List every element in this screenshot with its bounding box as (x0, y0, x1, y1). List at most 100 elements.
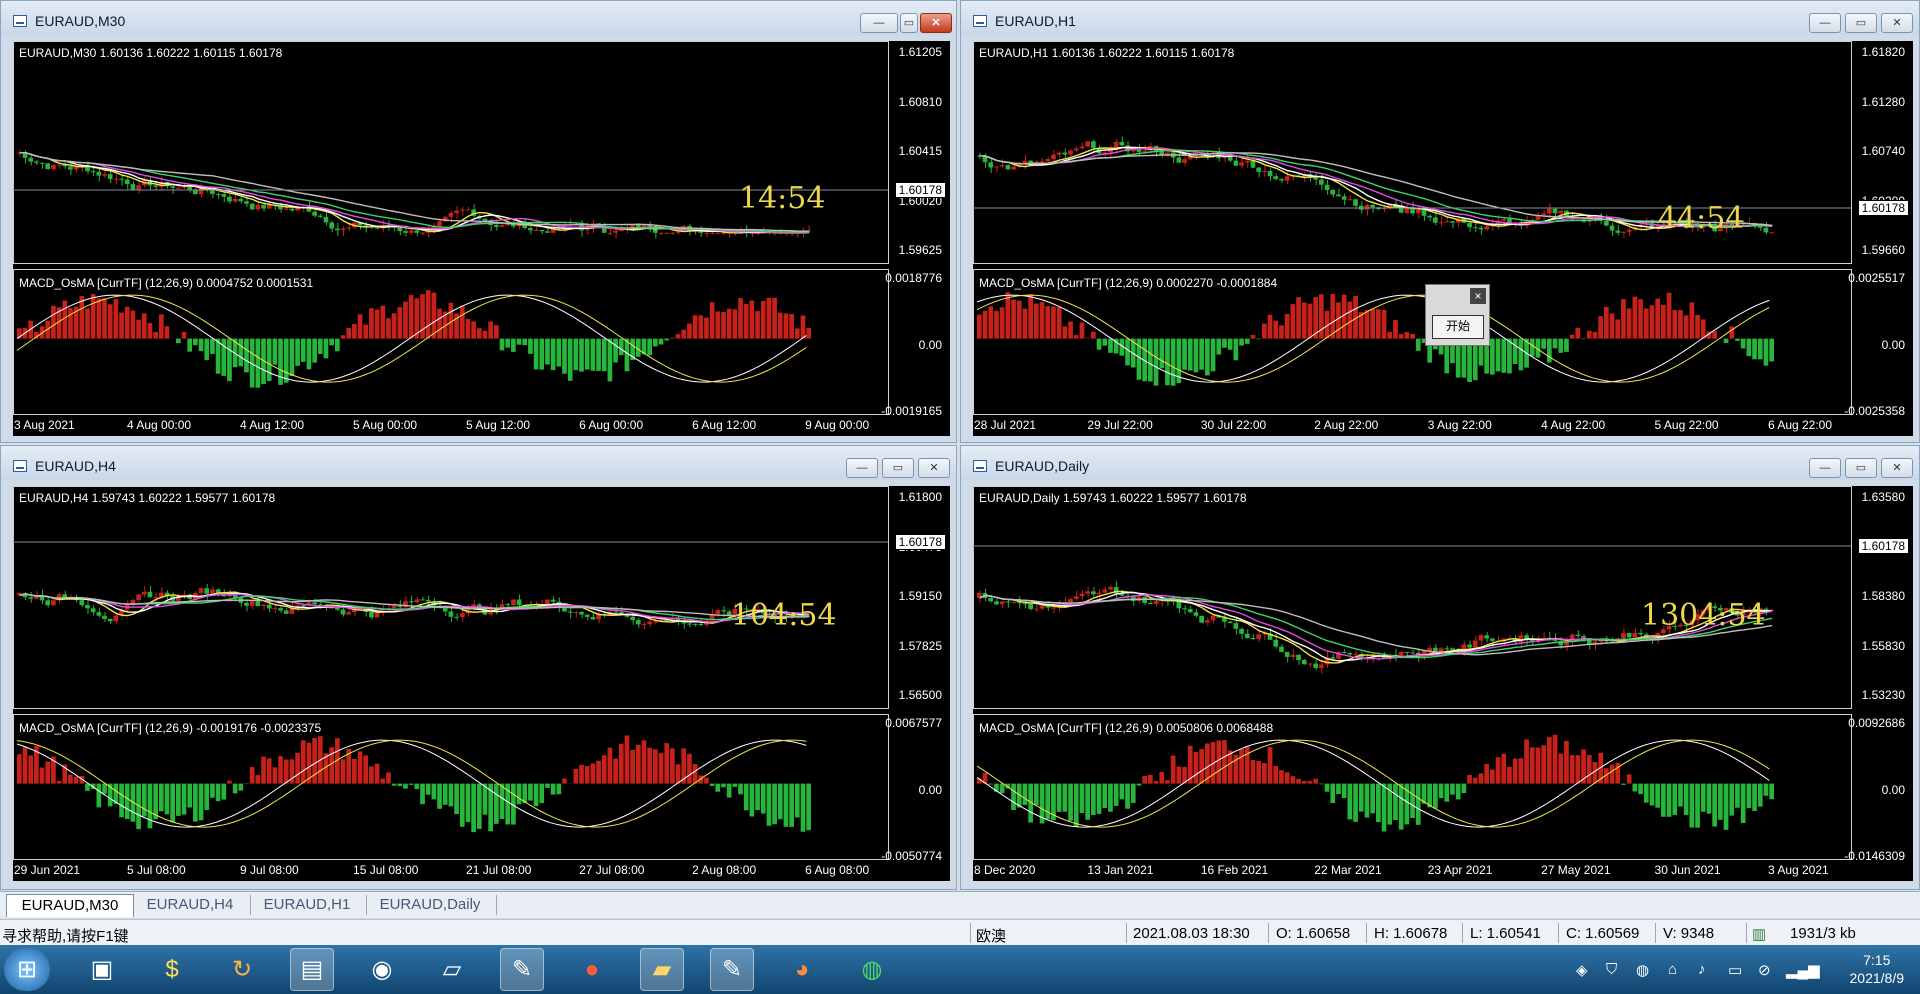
windows-start-icon[interactable]: ⊞ (4, 948, 50, 991)
candle-body (1113, 141, 1119, 148)
window-title-bar[interactable]: EURAUD,M30 — ▭ ✕ (1, 1, 956, 35)
price-chart[interactable]: EURAUD,H4 1.59743 1.60222 1.59577 1.6017… (13, 486, 950, 881)
popup-close-button[interactable]: × (1470, 288, 1486, 304)
system-clock[interactable]: 7:15 2021/8/9 (1850, 951, 1905, 987)
tray-volume-icon[interactable]: ♪ (1698, 961, 1706, 978)
window-title-bar[interactable]: EURAUD,H1 — ▭ ✕ (961, 1, 1919, 35)
candle-body (590, 616, 596, 620)
wechat-icon[interactable]: ◍ (850, 948, 894, 991)
macd-bar (1370, 309, 1375, 339)
macd-bar (420, 294, 425, 339)
maximize-button[interactable]: ▭ (1845, 458, 1877, 478)
time-axis-label: 21 Jul 08:00 (466, 863, 532, 877)
tab-euraud-m30[interactable]: EURAUD,M30 (6, 894, 134, 917)
candle-body (1051, 154, 1056, 160)
minimize-button[interactable]: — (1809, 13, 1841, 33)
macd-bar (709, 302, 715, 339)
tray-signal-icon[interactable]: ▂▄▆ (1786, 961, 1820, 979)
candle-body (670, 232, 675, 234)
chart-background (13, 41, 950, 436)
candle-body (425, 599, 431, 602)
folder-icon[interactable]: ▰ (640, 948, 684, 991)
paint-icon[interactable]: ✎ (500, 948, 544, 991)
price-chart[interactable]: EURAUD,M30 1.60136 1.60222 1.60115 1.601… (13, 41, 950, 436)
close-button[interactable]: ✕ (920, 13, 952, 33)
candle-body (1079, 146, 1085, 149)
macd-bar (283, 759, 289, 784)
tray-shield-icon[interactable]: ◈ (1576, 961, 1588, 979)
minimize-button[interactable]: — (1809, 458, 1841, 478)
candle-body (1558, 210, 1564, 214)
camera-icon[interactable]: ◉ (360, 948, 404, 991)
tab-euraud-h1[interactable]: EURAUD,H1 (252, 894, 362, 916)
indicator-axis-label: 0.0018776 (885, 271, 942, 285)
macd-bar (777, 783, 783, 820)
macd-bar (1467, 774, 1472, 784)
chart-header: EURAUD,H1 1.60136 1.60222 1.60115 1.6017… (979, 46, 1235, 60)
candle-body (1091, 591, 1096, 595)
candle-body (613, 230, 618, 233)
macd-bar (539, 338, 545, 370)
candle-body (1444, 221, 1450, 223)
macd-bar (437, 783, 442, 809)
macd-bar (1501, 753, 1507, 784)
tomato-icon[interactable]: ● (570, 948, 614, 991)
macd-bar (760, 301, 766, 339)
candle-body (1404, 652, 1410, 654)
tray-mute-icon[interactable]: ⊘ (1758, 961, 1771, 979)
macd-bar (1376, 309, 1381, 339)
tray-security-icon[interactable]: ⛉ (1606, 961, 1617, 978)
time-axis-label: 3 Aug 22:00 (1427, 418, 1492, 432)
status-open: O: 1.60658 (1276, 925, 1351, 942)
start-button[interactable]: 开始 (1432, 315, 1484, 339)
macd-bar (1062, 783, 1068, 812)
candle-body (1039, 605, 1045, 609)
close-button[interactable]: ✕ (1881, 458, 1913, 478)
macd-bar (1683, 315, 1689, 339)
macd-bar (556, 783, 562, 795)
macd-bar (607, 338, 613, 382)
candle-body (448, 213, 454, 217)
candle-body (1427, 215, 1432, 218)
tray-wechat-icon[interactable]: ◍ (1636, 961, 1649, 979)
tab-euraud-h4[interactable]: EURAUD,H4 (135, 894, 245, 916)
manager-icon[interactable]: ▣ (80, 948, 124, 991)
tray-network-icon[interactable]: ⌂ (1668, 961, 1677, 978)
terminal-icon[interactable]: ▤ (290, 948, 334, 991)
macd-bar (147, 323, 153, 339)
macd-bar (505, 338, 511, 348)
dollar-icon[interactable]: $ (150, 948, 194, 991)
time-axis-label: 3 Aug 2021 (1767, 863, 1829, 877)
tab-euraud-daily[interactable]: EURAUD,Daily (370, 894, 490, 916)
macd-bar (369, 308, 374, 339)
price-chart[interactable]: EURAUD,Daily 1.59743 1.60222 1.59577 1.6… (973, 486, 1913, 881)
chart-tab-bar: EURAUD,M30 EURAUD,H4 EURAUD,H1 EURAUD,Da… (0, 891, 1920, 918)
price-chart[interactable]: EURAUD,H1 1.60136 1.60222 1.60115 1.6017… (973, 41, 1913, 436)
close-button[interactable]: ✕ (918, 458, 950, 478)
candle-body (414, 230, 420, 233)
maximize-button[interactable]: ▭ (882, 458, 914, 478)
document-icon[interactable]: ▱ (430, 948, 474, 991)
time-axis-label: 29 Jul 22:00 (1087, 418, 1153, 432)
ninja-icon[interactable]: ◕ (780, 948, 824, 991)
refresh-icon[interactable]: ↻ (220, 948, 264, 991)
macd-bar (988, 783, 994, 785)
minimize-button[interactable]: — (860, 13, 898, 33)
macd-bar (647, 747, 652, 784)
maximize-button[interactable]: ▭ (900, 13, 918, 33)
maximize-button[interactable]: ▭ (1845, 13, 1877, 33)
help-text: 寻求帮助,请按F1键 (2, 928, 129, 945)
macd-bar (459, 783, 465, 827)
candle-body (1011, 602, 1016, 604)
window-title-bar[interactable]: EURAUD,Daily — ▭ ✕ (961, 446, 1919, 480)
minimize-button[interactable]: — (846, 458, 878, 478)
tray-display-icon[interactable]: ▭ (1728, 961, 1742, 979)
macd-bar (272, 767, 278, 784)
close-button[interactable]: ✕ (1881, 13, 1913, 33)
candle-body (45, 600, 51, 606)
paint2-icon[interactable]: ✎ (710, 948, 754, 991)
window-title-bar[interactable]: EURAUD,H4 — ▭ ✕ (1, 446, 956, 480)
macd-bar (1165, 338, 1170, 386)
macd-bar (1626, 774, 1632, 784)
candle-body (261, 204, 266, 209)
